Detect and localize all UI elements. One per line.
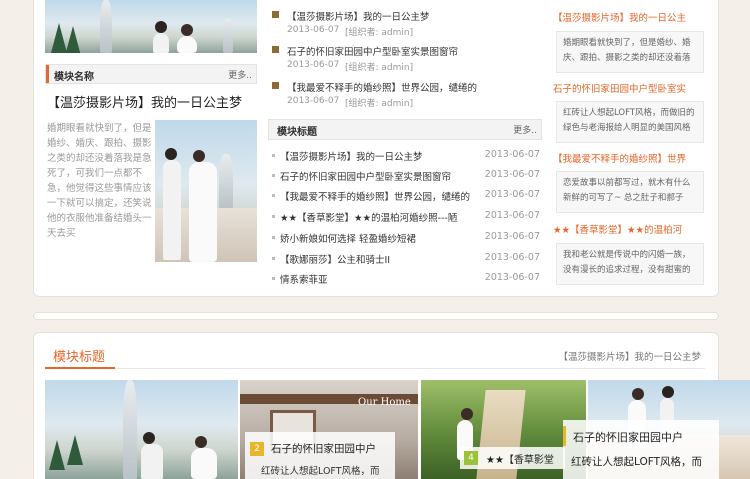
slide-caption[interactable]: 2 石子的怀旧家田园中户 红砖让人想起LOFT风格，而 xyxy=(245,432,395,479)
news-title[interactable]: 【温莎摄影片场】我的一日公主梦 xyxy=(287,9,430,23)
featured-photo[interactable] xyxy=(155,120,257,262)
slide-title: 石子的怀旧家田园中户 xyxy=(573,431,683,444)
featured-title[interactable]: 【温莎摄影片场】我的一日公主梦 xyxy=(47,92,242,111)
slide-caption[interactable]: 石子的怀旧家田园中户 红砖让人想起LOFT风格，而 xyxy=(563,420,719,479)
middle-more-link[interactable]: 更多.. xyxy=(513,123,537,136)
slide-text: 红砖让人想起LOFT风格，而 xyxy=(571,456,703,468)
slide-title: 石子的怀旧家田园中户 xyxy=(271,443,376,455)
slide-caption[interactable]: 4 ★★【香草影堂 xyxy=(460,447,565,469)
list-item[interactable]: 【歌娜丽莎】公主和骑士II 2013-06-07 xyxy=(272,252,540,266)
side-item-summary: 红砖让人想起LOFT风格，而做旧的绿色与老海报给人明显的美国风格 xyxy=(556,101,704,143)
side-item-title[interactable]: 【我最爱不释手的婚纱照】世界 xyxy=(553,151,686,165)
news-bullet-icon xyxy=(272,11,279,18)
list-item[interactable]: 情系索菲亚 2013-06-07 xyxy=(272,272,540,286)
news-title[interactable]: 【我最爱不释手的婚纱照】世界公园，缱绻的 xyxy=(287,80,477,94)
bottom-title-underline xyxy=(45,367,115,369)
slide-title: ★★【香草影堂 xyxy=(486,455,554,466)
side-item-summary: 我和老公就是传说中的闪婚一族，没有漫长的追求过程，没有甜蜜的 xyxy=(556,243,704,285)
left-module-title: 模块名称 xyxy=(54,72,94,83)
section-divider xyxy=(33,312,719,320)
news-author: [组织者: admin] xyxy=(345,28,414,38)
bottom-right-link[interactable]: 【温莎摄影片场】我的一日公主梦 xyxy=(558,349,701,363)
left-more-link[interactable]: 更多.. xyxy=(228,68,252,81)
featured-top-photo[interactable] xyxy=(45,0,257,53)
side-item-title[interactable]: 石子的怀旧家田园中户型卧室实 xyxy=(553,81,686,95)
bottom-module-title: 模块标题 xyxy=(53,350,106,365)
slide-text: 红砖让人想起LOFT风格，而 xyxy=(261,466,380,477)
side-item-summary: 婚期眼看就快到了，但是婚纱、婚庆、跟拍、摄影之类的却还没着落 xyxy=(556,31,704,73)
list-item[interactable]: 石子的怀旧家田园中户型卧室实景图窗帘 2013-06-07 xyxy=(272,169,540,183)
news-date: 2013-06-07 xyxy=(287,60,340,70)
list-item[interactable]: ★★【香草影堂】★★的温柏河婚纱照---陋 2013-06-07 xyxy=(272,210,540,224)
bottom-divider xyxy=(45,368,705,369)
news-bullet-icon xyxy=(272,46,279,53)
side-item-title[interactable]: 【温莎摄影片场】我的一日公主 xyxy=(553,10,686,24)
gallery-photo[interactable] xyxy=(45,380,238,479)
left-module-header: 模块名称 更多.. xyxy=(45,64,257,84)
news-date: 2013-06-07 xyxy=(287,25,340,35)
middle-module-title: 模块标题 xyxy=(277,127,317,138)
news-author: [组织者: admin] xyxy=(345,63,414,73)
store-sign: Our Home xyxy=(358,397,411,408)
list-item[interactable]: 【温莎摄影片场】我的一日公主梦 2013-06-07 xyxy=(272,149,540,163)
side-item-summary: 恋爱故事以前都写过，就木有什么新鲜的可写了~ 总之肚子和郝子 xyxy=(556,171,704,213)
news-bullet-icon xyxy=(272,82,279,89)
news-title[interactable]: 石子的怀旧家田园中户型卧室实景图窗帘 xyxy=(287,44,458,58)
featured-summary: 婚期眼看就快到了，但是婚纱、婚庆、跟拍、摄影之类的却还没着落我是急死了，可我们一… xyxy=(47,123,152,239)
slide-number-badge: 2 xyxy=(250,442,264,456)
news-date: 2013-06-07 xyxy=(287,96,340,106)
list-item[interactable]: 【我最爱不释手的婚纱照】世界公园，缱绻的 2013-06-07 xyxy=(272,189,540,203)
news-author: [组织者: admin] xyxy=(345,99,414,109)
side-item-title[interactable]: ★★【香草影堂】★★的温柏河 xyxy=(553,222,682,236)
slide-number-badge: 4 xyxy=(464,451,478,465)
list-item[interactable]: 娇小新娘如何选择 轻盈婚纱短裙 2013-06-07 xyxy=(272,231,540,245)
middle-module-header: 模块标题 更多.. xyxy=(268,119,542,140)
